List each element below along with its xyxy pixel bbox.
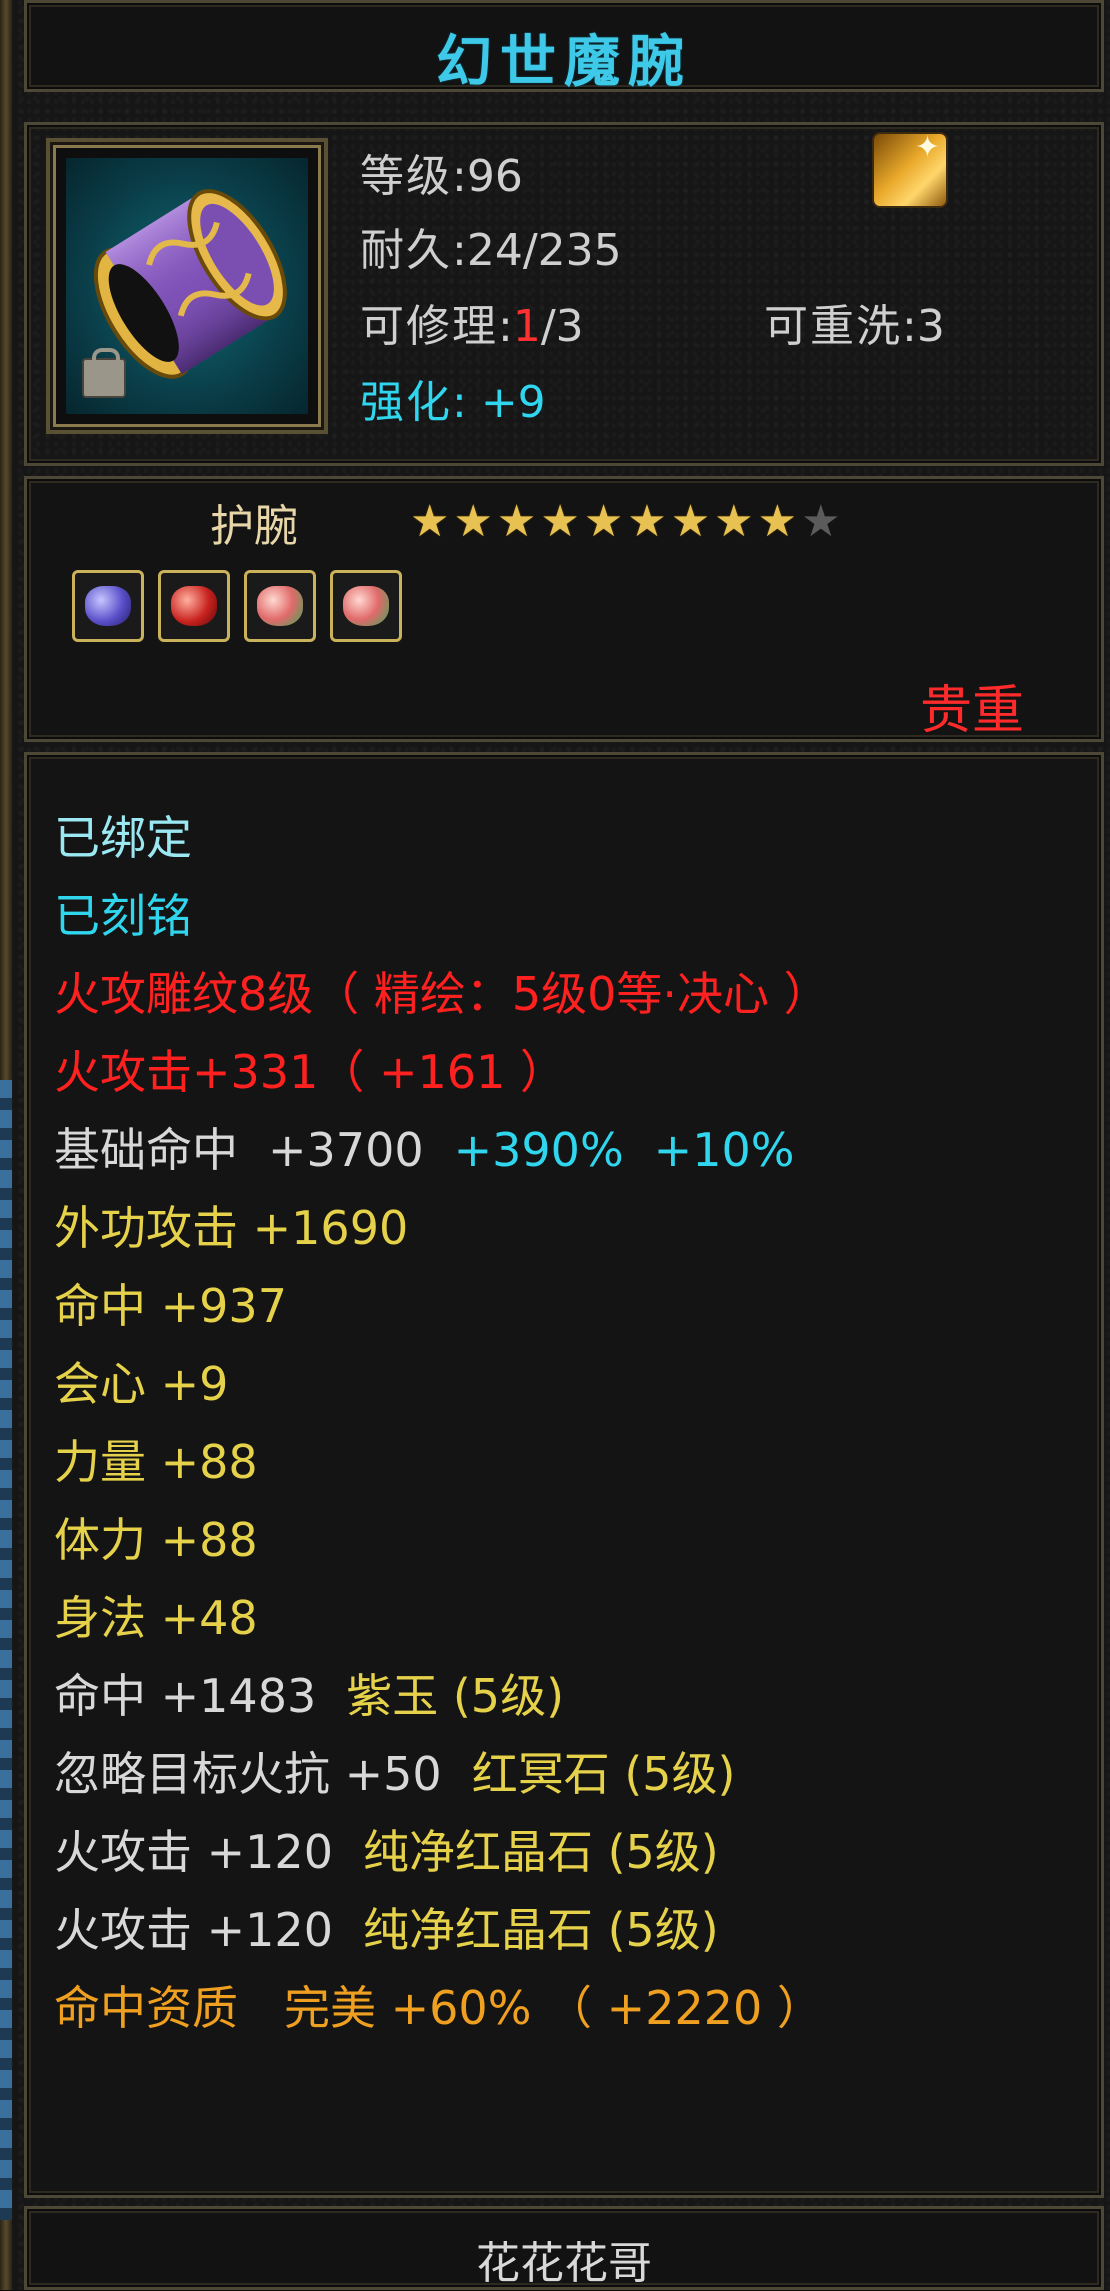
base-hit-pct1: +390% [453,1123,624,1177]
fire-attack-line: 火攻击+331（ +161 ） [54,1045,566,1099]
durability-label: 耐久 [360,225,452,276]
star-icon: ★ [627,496,671,547]
footer-bar: 花花花哥 [24,2206,1104,2290]
outer-attack-line: 外功攻击 +1690 [54,1201,409,1255]
gem2-name: 红冥石 (5级) [471,1747,736,1801]
stamina-line: 体力 +88 [54,1513,258,1567]
star-icon: ★ [496,496,541,547]
red-gem-icon [171,586,217,626]
agility-line: 身法 +48 [54,1591,258,1645]
gem4-line: 火攻击 +120 纯净红晶石 (5级) [54,1894,719,1960]
base-hit-line: 基础命中 +3700 +390% +10% [54,1114,794,1180]
bracer-icon [66,158,308,414]
star-rating: ★★★★★★★★★★ [410,496,845,547]
star-icon: ★ [540,496,584,547]
gem2-line: 忽略目标火抗 +50 红冥石 (5级) [54,1738,735,1804]
gem-slots [72,570,402,642]
side-strip [0,1080,12,2220]
gem2-stat: 忽略目标火抗 +50 [54,1747,442,1801]
level-label: 等级 [360,151,452,202]
precious-tag: 贵重 [920,681,1025,741]
item-title: 幻世魔腕 [436,30,692,95]
rewash-label: 可重洗 [764,301,902,352]
carving-line: 火攻雕纹8级（ 精绘：5级0等·决心 ） [54,967,830,1021]
gem3-line: 火攻击 +120 纯净红晶石 (5级) [54,1816,719,1882]
durability-stat: 耐久:24/235 [360,225,622,276]
gem4-stat: 火攻击 +120 [54,1903,333,1957]
left-border [0,0,12,2290]
star-icon: ★ [714,496,758,547]
star-icon: ★ [453,496,497,547]
star-icon: ★ [410,496,454,547]
gem1-line: 命中 +1483 紫玉 (5级) [54,1660,564,1726]
level-value: 96 [466,151,523,202]
base-hit-pct2: +10% [653,1123,795,1177]
repair-total: /3 [540,301,584,352]
enhance-badge-icon [872,130,948,208]
lock-icon [82,348,126,398]
gem1-stat: 命中 +1483 [54,1669,317,1723]
star-icon: ★ [583,496,628,547]
gem3-stat: 火攻击 +120 [54,1825,333,1879]
rewash-stat: 可重洗:3 [764,301,945,352]
durability-value: 24/235 [466,225,622,276]
pink-gem-icon [257,586,303,626]
gem3-name: 纯净红晶石 (5级) [362,1825,719,1879]
base-hit-value: +3700 [268,1123,424,1177]
gem-slot-pink[interactable] [330,570,402,642]
strength-line: 力量 +88 [54,1435,258,1489]
rewash-value: 3 [916,301,945,352]
item-icon-frame[interactable] [46,138,328,434]
enhance-stat: 强化: +9 [360,377,546,428]
level-stat: 等级:96 [360,151,523,202]
gem-slot-purple[interactable] [72,570,144,642]
pink-gem-icon [343,586,389,626]
item-tooltip-window: 幻世魔腕 ✦ 等级:96 耐久:24/235 可修理:1/3 可重洗:3 强化:… [0,0,1110,2290]
crit-line: 会心 +9 [54,1357,229,1411]
title-bar: 幻世魔腕 [24,0,1104,95]
star-icon: ★ [757,496,802,547]
gem4-name: 纯净红晶石 (5级) [362,1903,719,1957]
aptitude-line: 命中资质 完美 +60% （ +2220 ） [54,1981,823,2035]
engraved-status: 已刻铭 [54,889,192,943]
enhance-value: +9 [480,377,546,428]
star-icon: ★ [670,496,715,547]
bound-status: 已绑定 [54,811,192,865]
item-type: 护腕 [210,501,298,552]
hit-line: 命中 +937 [54,1279,287,1333]
gem-slot-pink[interactable] [244,570,316,642]
base-hit-label: 基础命中 [54,1123,238,1177]
empty-star-icon: ★ [801,496,845,547]
gem1-name: 紫玉 (5级) [346,1669,565,1723]
enhance-label: 强化 [360,377,452,428]
owner-name: 花花花哥 [476,2238,652,2289]
repair-label: 可修理 [360,301,498,352]
repair-stat: 可修理:1/3 [360,301,584,352]
repair-used: 1 [512,301,541,352]
gem-slot-red[interactable] [158,570,230,642]
purple-gem-icon [85,586,131,626]
